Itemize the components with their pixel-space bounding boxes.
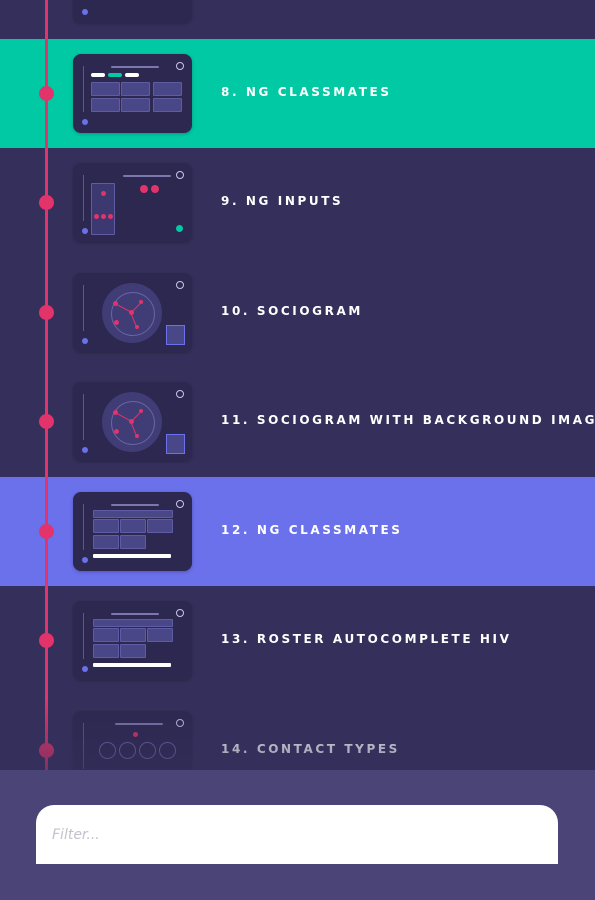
timeline-row-stage-8[interactable]: 8. NG CLASSMATES <box>0 39 595 149</box>
timeline-row-stage-14[interactable]: 14. CONTACT TYPES <box>0 696 595 770</box>
stage-thumbnail-roster-autocomplete <box>73 601 192 680</box>
stage-timeline[interactable]: 8. NG CLASSMATES 9. NG INPUTS 10. SOCIOG… <box>0 0 595 770</box>
thumb-settings-icon <box>176 719 184 727</box>
stage-label: 13. ROSTER AUTOCOMPLETE HIV <box>221 632 512 646</box>
timeline-dot <box>39 86 54 101</box>
thumb-settings-icon <box>176 281 184 289</box>
stage-label: 11. SOCIOGRAM WITH BACKGROUND IMAGE <box>221 413 595 427</box>
thumb-settings-icon <box>176 390 184 398</box>
timeline-row-stage-11[interactable]: 11. SOCIOGRAM WITH BACKGROUND IMAGE <box>0 367 595 477</box>
stage-thumbnail-contact-types <box>73 711 192 770</box>
stage-thumbnail-sociogram-background <box>73 382 192 461</box>
thumb-settings-icon <box>176 500 184 508</box>
timeline-row-stage-10[interactable]: 10. SOCIOGRAM <box>0 258 595 368</box>
thumb-nav-icon <box>82 666 88 672</box>
stage-thumbnail <box>73 0 192 23</box>
timeline-row-stage-9[interactable]: 9. NG INPUTS <box>0 148 595 258</box>
thumb-nav-icon <box>82 338 88 344</box>
timeline-row-previous[interactable] <box>0 0 595 39</box>
stage-thumbnail-inputs <box>73 163 192 242</box>
thumb-nav-icon <box>82 228 88 234</box>
thumb-nav-icon <box>82 119 88 125</box>
timeline-rail <box>45 0 48 770</box>
timeline-dot <box>39 743 54 758</box>
timeline-dot <box>39 195 54 210</box>
thumb-nav-icon <box>82 9 88 15</box>
stage-label: 14. CONTACT TYPES <box>221 742 400 756</box>
timeline-row-stage-13[interactable]: 13. ROSTER AUTOCOMPLETE HIV <box>0 586 595 696</box>
thumb-settings-icon <box>176 62 184 70</box>
stage-label: 8. NG CLASSMATES <box>221 85 392 99</box>
timeline-row-stage-12[interactable]: 12. NG CLASSMATES <box>0 477 595 587</box>
timeline-dot <box>39 633 54 648</box>
thumb-nav-icon <box>82 447 88 453</box>
thumb-nav-icon <box>82 557 88 563</box>
stage-thumbnail-roster <box>73 492 192 571</box>
timeline-dot <box>39 524 54 539</box>
timeline-dot <box>39 305 54 320</box>
timeline-dot <box>39 414 54 429</box>
stage-thumbnail-classmates <box>73 54 192 133</box>
stage-label: 12. NG CLASSMATES <box>221 523 403 537</box>
stage-label: 9. NG INPUTS <box>221 194 344 208</box>
thumb-settings-icon <box>176 609 184 617</box>
filter-input[interactable] <box>36 805 558 864</box>
thumb-settings-icon <box>176 171 184 179</box>
stage-thumbnail-sociogram <box>73 273 192 352</box>
stage-label: 10. SOCIOGRAM <box>221 304 363 318</box>
